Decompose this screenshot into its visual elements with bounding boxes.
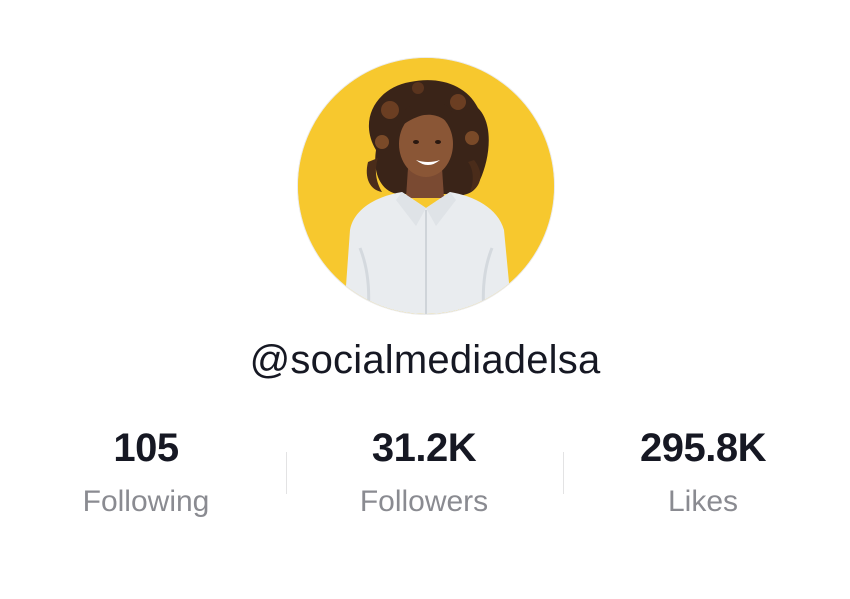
stat-likes: 295.8K Likes xyxy=(603,424,803,520)
likes-label: Likes xyxy=(667,485,739,518)
stat-following[interactable]: 105 Following xyxy=(46,424,246,520)
avatar-photo xyxy=(298,58,554,314)
followers-label: Followers xyxy=(359,485,489,518)
likes-count: 295.8K xyxy=(640,426,766,470)
stat-divider xyxy=(286,452,287,494)
username: @socialmediadelsa xyxy=(249,338,601,382)
stat-followers[interactable]: 31.2K Followers xyxy=(324,424,524,520)
avatar[interactable] xyxy=(298,58,554,314)
following-label: Following xyxy=(82,485,210,518)
stat-divider xyxy=(563,452,564,494)
followers-count: 31.2K xyxy=(371,426,477,470)
profile-header: @socialmediadelsa 105 Following 31.2K Fo… xyxy=(0,0,850,599)
following-count: 105 xyxy=(113,426,179,470)
